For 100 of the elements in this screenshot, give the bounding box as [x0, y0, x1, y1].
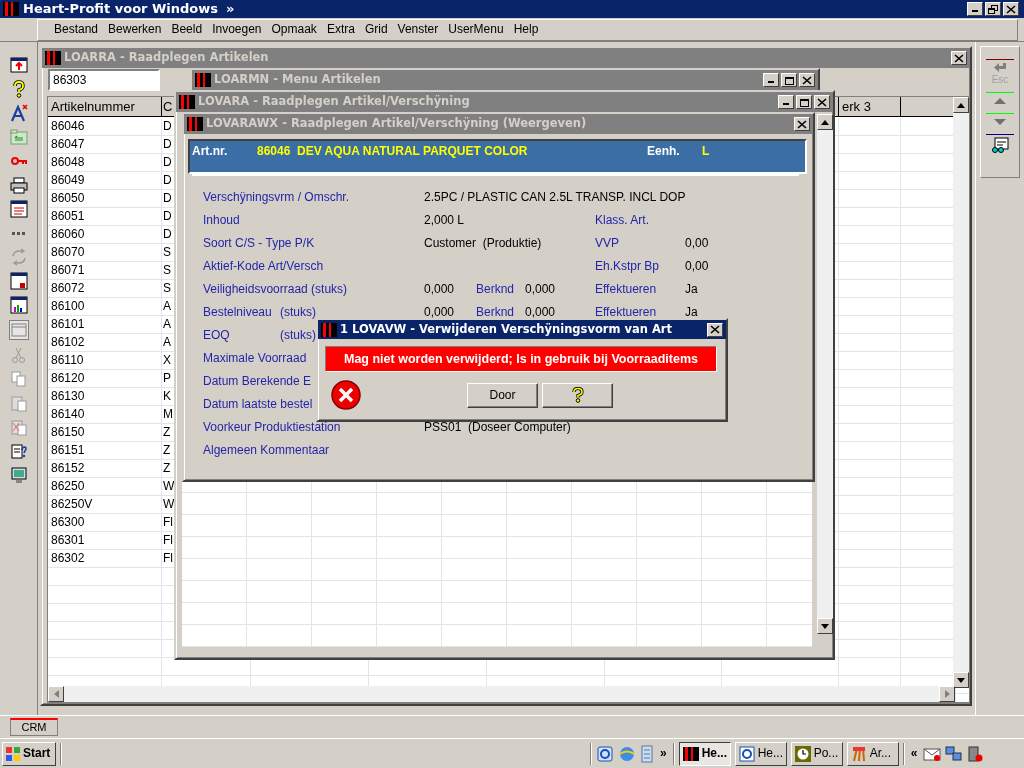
table-cell: 86250	[51, 479, 85, 493]
horizontal-scrollbar[interactable]	[48, 686, 955, 702]
chevron[interactable]: »	[226, 1, 235, 17]
error-icon	[330, 379, 362, 411]
scroll-up-button[interactable]	[953, 97, 969, 113]
vertical-scrollbar[interactable]	[953, 97, 969, 688]
app-logo-icon	[3, 2, 19, 16]
unit-label: (stuks)	[280, 305, 316, 319]
close-button[interactable]	[794, 117, 810, 131]
menu-item[interactable]: Grid	[360, 21, 392, 38]
table-cell: 86048	[51, 155, 85, 169]
minimize-button[interactable]	[763, 73, 779, 87]
close-button[interactable]	[799, 73, 815, 87]
menu-item[interactable]: Invoegen	[208, 21, 266, 38]
chart-icon[interactable]	[9, 296, 28, 314]
close-button[interactable]	[707, 322, 723, 337]
minimize-icon	[768, 81, 774, 83]
flag-icon	[5, 745, 21, 762]
table-cell: 86049	[51, 173, 85, 187]
server-icon[interactable]	[967, 745, 984, 762]
minimize-button[interactable]	[967, 2, 983, 16]
column-header[interactable]: Artikelnummer	[51, 99, 135, 114]
field-value: 0,00	[685, 259, 709, 273]
more-button[interactable]: »	[658, 746, 669, 761]
form-icon[interactable]	[9, 200, 28, 218]
scroll-up-button[interactable]	[817, 114, 833, 130]
app-title: Heart-Profit voor Windows	[23, 1, 219, 17]
scroll-down-button[interactable]	[817, 618, 833, 634]
column-header[interactable]: erk 3	[842, 99, 871, 114]
table-cell: A	[163, 299, 171, 313]
field-label: Aktief-Kode Art/Versch	[203, 259, 324, 273]
vertical-scrollbar[interactable]	[817, 114, 833, 634]
restore-button[interactable]	[985, 2, 1001, 16]
field-label: Berknd	[476, 305, 515, 319]
field-label: Datum laatste bestel	[203, 397, 313, 411]
down-arrow-icon	[957, 677, 965, 683]
taskbar-button[interactable]: Po...	[790, 741, 843, 766]
maximize-button[interactable]	[781, 73, 797, 87]
close-icon	[1006, 4, 1016, 14]
taskbar-button[interactable]: He...	[678, 741, 731, 766]
scroll-down-button[interactable]	[953, 672, 969, 688]
column-header[interactable]: C	[163, 99, 173, 114]
menu-item[interactable]: Bewerken	[104, 21, 166, 38]
start-button[interactable]: Start	[2, 741, 56, 766]
font-icon[interactable]	[9, 104, 28, 122]
field-label: Effektueren	[595, 305, 657, 319]
window-icon[interactable]	[9, 272, 28, 290]
menu-item[interactable]: Venster	[393, 21, 443, 38]
window-title: LOVARA - Raadplegen Artikel/Verschÿning	[198, 95, 470, 109]
field-label: Eh.Kstpr Bp	[595, 259, 660, 273]
export-icon[interactable]	[9, 56, 28, 74]
report-icon[interactable]	[991, 137, 1009, 153]
tab[interactable]: CRM	[10, 718, 58, 736]
clipboard-icon[interactable]	[9, 442, 28, 460]
continue-button[interactable]: Door	[467, 382, 538, 408]
maximize-button[interactable]	[796, 95, 812, 109]
table-cell: 86046	[51, 119, 85, 133]
menu-item[interactable]: Help	[509, 21, 543, 38]
monitor-icon[interactable]	[9, 466, 28, 484]
scroll-left-button[interactable]	[48, 686, 64, 702]
close-icon	[954, 53, 964, 63]
menu-item[interactable]: Opmaak	[267, 21, 321, 38]
field-value: L	[702, 144, 711, 160]
field-value: 0,00	[685, 236, 709, 250]
paste-icon[interactable]	[9, 418, 28, 436]
field-label: Berknd	[476, 282, 515, 296]
window-title: LOARMN - Menu Artikelen	[214, 73, 381, 87]
scroll-right-button[interactable]	[939, 686, 955, 702]
help-button[interactable]	[542, 382, 613, 408]
close-button[interactable]	[814, 95, 830, 109]
table-cell: S	[163, 263, 171, 277]
table-cell: A	[163, 317, 171, 331]
table-cell: S	[163, 245, 171, 259]
table-cell: 86070	[51, 245, 85, 259]
expand-tray-button[interactable]: «	[908, 746, 920, 761]
mail-icon[interactable]	[923, 745, 942, 762]
taskbar-button[interactable]: Ar...	[846, 741, 899, 766]
printer-icon[interactable]	[9, 176, 28, 194]
field-value: 0,000	[424, 305, 455, 319]
field-label: Voorkeur Produktiestation	[203, 420, 341, 434]
table-cell: Z	[163, 461, 171, 475]
up-arrow-icon	[957, 102, 965, 108]
question-mark-icon	[571, 387, 584, 403]
up-triangle-icon[interactable]	[993, 95, 1007, 107]
table-cell: Z	[163, 443, 171, 457]
network-icon[interactable]	[945, 745, 964, 762]
search-field[interactable]: 86303	[48, 69, 160, 91]
menu-item[interactable]: Bestand	[50, 21, 103, 38]
maximize-icon	[799, 97, 809, 107]
taskbar-button[interactable]: He...	[734, 741, 787, 766]
menu-item[interactable]: Extra	[322, 21, 359, 38]
window-logo-icon	[187, 117, 203, 131]
close-button[interactable]	[1003, 2, 1019, 16]
close-button[interactable]	[951, 51, 967, 65]
down-triangle-icon[interactable]	[993, 116, 1007, 128]
table-cell: D	[163, 209, 172, 223]
menu-item[interactable]: UserMenu	[444, 21, 508, 38]
browser-icon[interactable]	[596, 744, 614, 763]
menu-item[interactable]: Beeld	[167, 21, 207, 38]
minimize-button[interactable]	[778, 95, 794, 109]
